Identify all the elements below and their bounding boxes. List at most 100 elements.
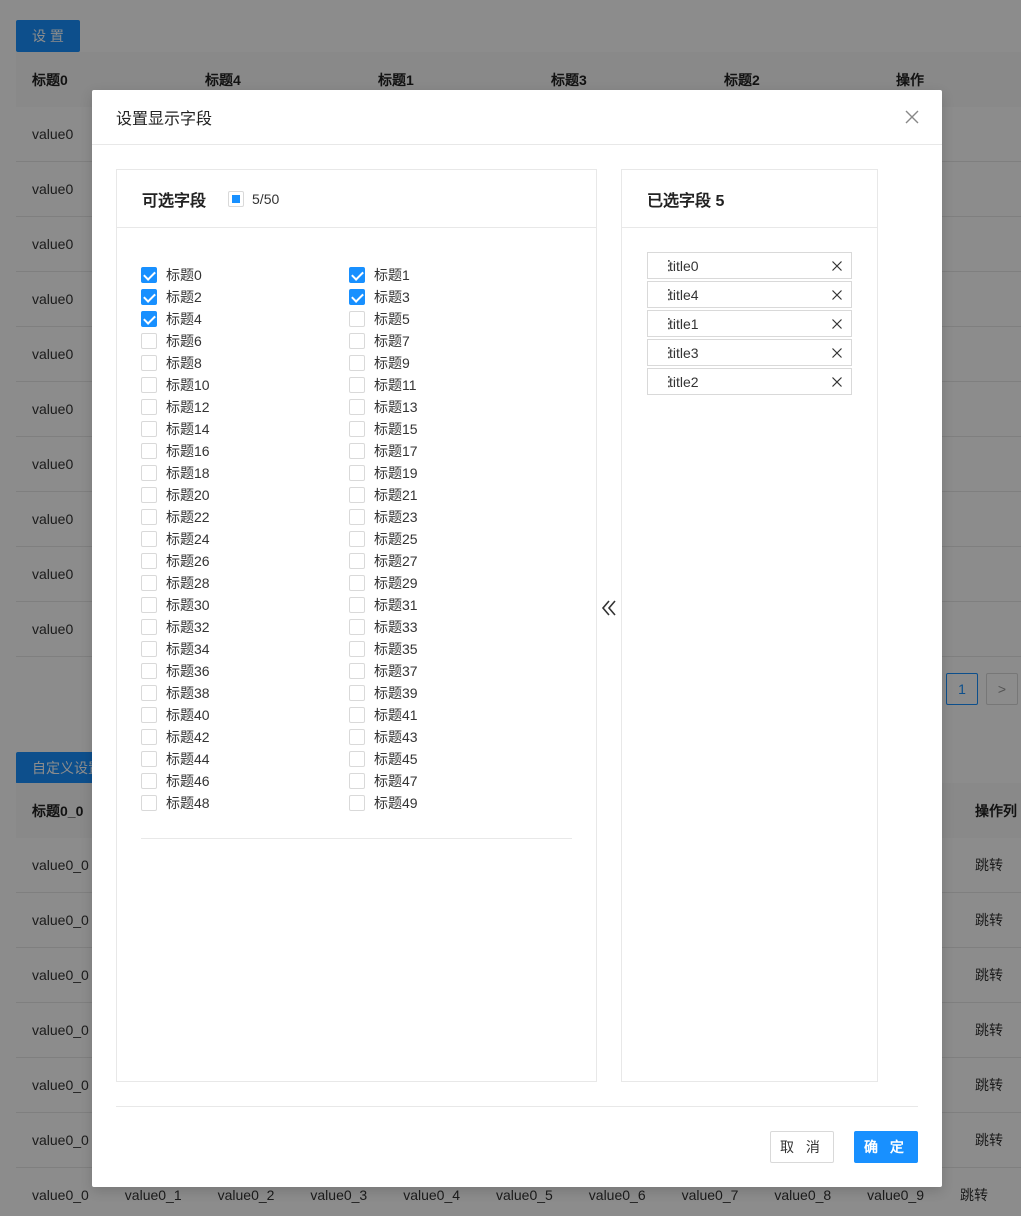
field-option[interactable]: 标题25	[349, 531, 557, 547]
close-icon[interactable]	[831, 289, 843, 301]
selected-field-item[interactable]: ⋮ title3	[647, 339, 852, 366]
field-checkbox[interactable]	[141, 553, 157, 569]
field-checkbox[interactable]	[349, 597, 365, 613]
ok-button[interactable]: 确 定	[854, 1131, 918, 1163]
field-option[interactable]: 标题49	[349, 795, 557, 811]
field-checkbox[interactable]	[349, 267, 365, 283]
field-checkbox[interactable]	[349, 663, 365, 679]
field-checkbox[interactable]	[349, 531, 365, 547]
field-option[interactable]: 标题24	[141, 531, 349, 547]
field-checkbox[interactable]	[141, 663, 157, 679]
field-option[interactable]: 标题14	[141, 421, 349, 437]
field-checkbox[interactable]	[349, 509, 365, 525]
field-option[interactable]: 标题11	[349, 377, 557, 393]
field-option[interactable]: 标题9	[349, 355, 557, 371]
field-option[interactable]: 标题27	[349, 553, 557, 569]
drag-handle-icon[interactable]: ⋮	[662, 315, 676, 332]
field-option[interactable]: 标题44	[141, 751, 349, 767]
field-option[interactable]: 标题32	[141, 619, 349, 635]
field-option[interactable]: 标题17	[349, 443, 557, 459]
field-checkbox[interactable]	[141, 685, 157, 701]
field-checkbox[interactable]	[349, 685, 365, 701]
field-option[interactable]: 标题0	[141, 267, 349, 283]
close-icon[interactable]	[831, 376, 843, 388]
field-checkbox[interactable]	[349, 399, 365, 415]
field-option[interactable]: 标题8	[141, 355, 349, 371]
field-checkbox[interactable]	[141, 311, 157, 327]
field-checkbox[interactable]	[141, 707, 157, 723]
field-checkbox[interactable]	[141, 531, 157, 547]
field-option[interactable]: 标题45	[349, 751, 557, 767]
field-option[interactable]: 标题10	[141, 377, 349, 393]
field-checkbox[interactable]	[141, 465, 157, 481]
field-option[interactable]: 标题22	[141, 509, 349, 525]
field-option[interactable]: 标题19	[349, 465, 557, 481]
field-checkbox[interactable]	[141, 355, 157, 371]
drag-handle-icon[interactable]: ⋮	[662, 286, 676, 303]
drag-handle-icon[interactable]: ⋮	[662, 257, 676, 274]
field-option[interactable]: 标题33	[349, 619, 557, 635]
field-option[interactable]: 标题23	[349, 509, 557, 525]
field-checkbox[interactable]	[349, 355, 365, 371]
field-checkbox[interactable]	[141, 333, 157, 349]
selected-field-item[interactable]: ⋮ title2	[647, 368, 852, 395]
field-option[interactable]: 标题6	[141, 333, 349, 349]
field-option[interactable]: 标题38	[141, 685, 349, 701]
field-option[interactable]: 标题34	[141, 641, 349, 657]
close-icon[interactable]	[831, 318, 843, 330]
field-option[interactable]: 标题18	[141, 465, 349, 481]
close-icon[interactable]	[831, 260, 843, 272]
field-option[interactable]: 标题43	[349, 729, 557, 745]
field-option[interactable]: 标题13	[349, 399, 557, 415]
select-all-checkbox[interactable]	[228, 190, 245, 207]
field-checkbox[interactable]	[349, 377, 365, 393]
field-checkbox[interactable]	[349, 773, 365, 789]
field-option[interactable]: 标题3	[349, 289, 557, 305]
field-checkbox[interactable]	[141, 795, 157, 811]
double-chevron-left-icon[interactable]	[599, 596, 619, 620]
selected-field-item[interactable]: ⋮ title4	[647, 281, 852, 308]
field-option[interactable]: 标题36	[141, 663, 349, 679]
field-checkbox[interactable]	[141, 399, 157, 415]
field-checkbox[interactable]	[141, 377, 157, 393]
field-checkbox[interactable]	[141, 751, 157, 767]
field-option[interactable]: 标题39	[349, 685, 557, 701]
field-option[interactable]: 标题37	[349, 663, 557, 679]
field-option[interactable]: 标题15	[349, 421, 557, 437]
field-checkbox[interactable]	[349, 333, 365, 349]
field-option[interactable]: 标题48	[141, 795, 349, 811]
field-checkbox[interactable]	[349, 443, 365, 459]
field-checkbox[interactable]	[141, 421, 157, 437]
field-option[interactable]: 标题41	[349, 707, 557, 723]
field-checkbox[interactable]	[349, 289, 365, 305]
field-checkbox[interactable]	[349, 421, 365, 437]
field-checkbox[interactable]	[141, 267, 157, 283]
field-checkbox[interactable]	[349, 707, 365, 723]
field-option[interactable]: 标题47	[349, 773, 557, 789]
field-checkbox[interactable]	[141, 729, 157, 745]
field-checkbox[interactable]	[349, 729, 365, 745]
field-checkbox[interactable]	[141, 773, 157, 789]
drag-handle-icon[interactable]: ⋮	[662, 373, 676, 390]
field-option[interactable]: 标题30	[141, 597, 349, 613]
field-checkbox[interactable]	[349, 619, 365, 635]
field-option[interactable]: 标题40	[141, 707, 349, 723]
field-option[interactable]: 标题12	[141, 399, 349, 415]
field-checkbox[interactable]	[141, 575, 157, 591]
field-checkbox[interactable]	[141, 487, 157, 503]
field-checkbox[interactable]	[141, 509, 157, 525]
field-checkbox[interactable]	[349, 795, 365, 811]
drag-handle-icon[interactable]: ⋮	[662, 344, 676, 361]
field-checkbox[interactable]	[349, 751, 365, 767]
select-all[interactable]: 5/50	[228, 190, 279, 207]
field-checkbox[interactable]	[141, 443, 157, 459]
field-option[interactable]: 标题4	[141, 311, 349, 327]
field-checkbox[interactable]	[349, 553, 365, 569]
field-option[interactable]: 标题26	[141, 553, 349, 569]
close-icon[interactable]	[831, 347, 843, 359]
field-option[interactable]: 标题2	[141, 289, 349, 305]
field-option[interactable]: 标题28	[141, 575, 349, 591]
field-checkbox[interactable]	[349, 465, 365, 481]
field-option[interactable]: 标题1	[349, 267, 557, 283]
field-checkbox[interactable]	[141, 641, 157, 657]
